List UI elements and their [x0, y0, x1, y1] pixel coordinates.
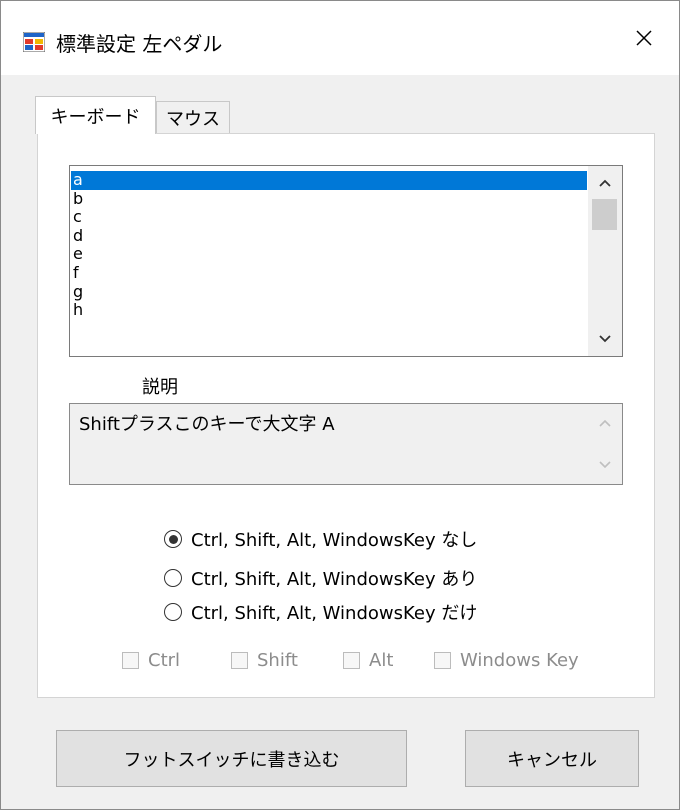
window-title: 標準設定 左ペダル	[56, 32, 223, 56]
key-listbox[interactable]: abcdefgh	[69, 165, 623, 357]
desc-scroll-down	[588, 450, 622, 480]
checkbox-ctrl[interactable]: Ctrl	[122, 650, 180, 671]
list-scrollbar[interactable]	[588, 166, 622, 356]
radio-label: Ctrl, Shift, Alt, WindowsKey あり	[191, 569, 478, 590]
checkbox-label: Ctrl	[148, 650, 181, 671]
chevron-down-icon	[599, 335, 611, 343]
close-icon	[636, 30, 652, 46]
list-item[interactable]: e	[71, 245, 587, 264]
list-item[interactable]: f	[71, 264, 587, 283]
chevron-up-icon	[599, 179, 611, 187]
list-item[interactable]: a	[71, 171, 587, 190]
key-list-items: abcdefgh	[71, 171, 587, 320]
radio-button[interactable]	[164, 603, 182, 621]
radio-label: Ctrl, Shift, Alt, WindowsKey だけ	[191, 603, 478, 624]
list-item[interactable]: g	[71, 282, 587, 302]
tab-keyboard[interactable]: キーボード	[35, 96, 156, 134]
checkbox-alt[interactable]: Alt	[343, 650, 393, 671]
settings-window: 標準設定 左ペダル キーボード マウス abcdefgh 説明 Shiftプラス…	[0, 0, 680, 810]
checkbox-shift[interactable]: Shift	[231, 650, 298, 671]
radio-modifier-none[interactable]: Ctrl, Shift, Alt, WindowsKey なし	[164, 526, 477, 552]
desc-scroll-up	[588, 408, 622, 438]
app-form-icon	[23, 32, 45, 52]
chevron-down-icon	[599, 461, 611, 469]
list-item[interactable]: b	[71, 189, 587, 209]
description-scrollbar	[588, 404, 622, 484]
scroll-thumb[interactable]	[592, 199, 617, 230]
write-to-footswitch-button[interactable]: フットスイッチに書き込む	[56, 730, 407, 787]
radio-selected-dot	[168, 534, 178, 544]
checkbox[interactable]	[434, 652, 451, 669]
title-bar: 標準設定 左ペダル	[1, 1, 679, 75]
scroll-down-button[interactable]	[588, 324, 622, 354]
radio-modifier-with[interactable]: Ctrl, Shift, Alt, WindowsKey あり	[164, 565, 477, 591]
list-item[interactable]: c	[71, 208, 587, 227]
description-textbox: Shiftプラスこのキーで大文字 A	[69, 403, 623, 485]
description-text: Shiftプラスこのキーで大文字 A	[79, 414, 335, 435]
radio-button[interactable]	[164, 530, 182, 548]
close-button[interactable]	[609, 1, 679, 75]
checkbox-label: Alt	[369, 650, 394, 671]
chevron-up-icon	[599, 419, 611, 427]
description-label: 説明	[142, 377, 178, 398]
checkbox[interactable]	[231, 652, 248, 669]
cancel-button[interactable]: キャンセル	[465, 730, 639, 787]
scroll-up-button[interactable]	[588, 168, 622, 198]
checkbox[interactable]	[343, 652, 360, 669]
checkbox-label: Shift	[257, 650, 298, 671]
radio-button[interactable]	[164, 569, 182, 587]
list-item[interactable]: h	[71, 301, 587, 320]
checkbox-windows-key[interactable]: Windows Key	[434, 650, 579, 671]
checkbox-label: Windows Key	[460, 650, 579, 671]
radio-modifier-only[interactable]: Ctrl, Shift, Alt, WindowsKey だけ	[164, 599, 477, 625]
radio-label: Ctrl, Shift, Alt, WindowsKey なし	[191, 530, 478, 551]
tab-mouse[interactable]: マウス	[156, 101, 230, 133]
checkbox[interactable]	[122, 652, 139, 669]
list-item[interactable]: d	[71, 226, 587, 246]
